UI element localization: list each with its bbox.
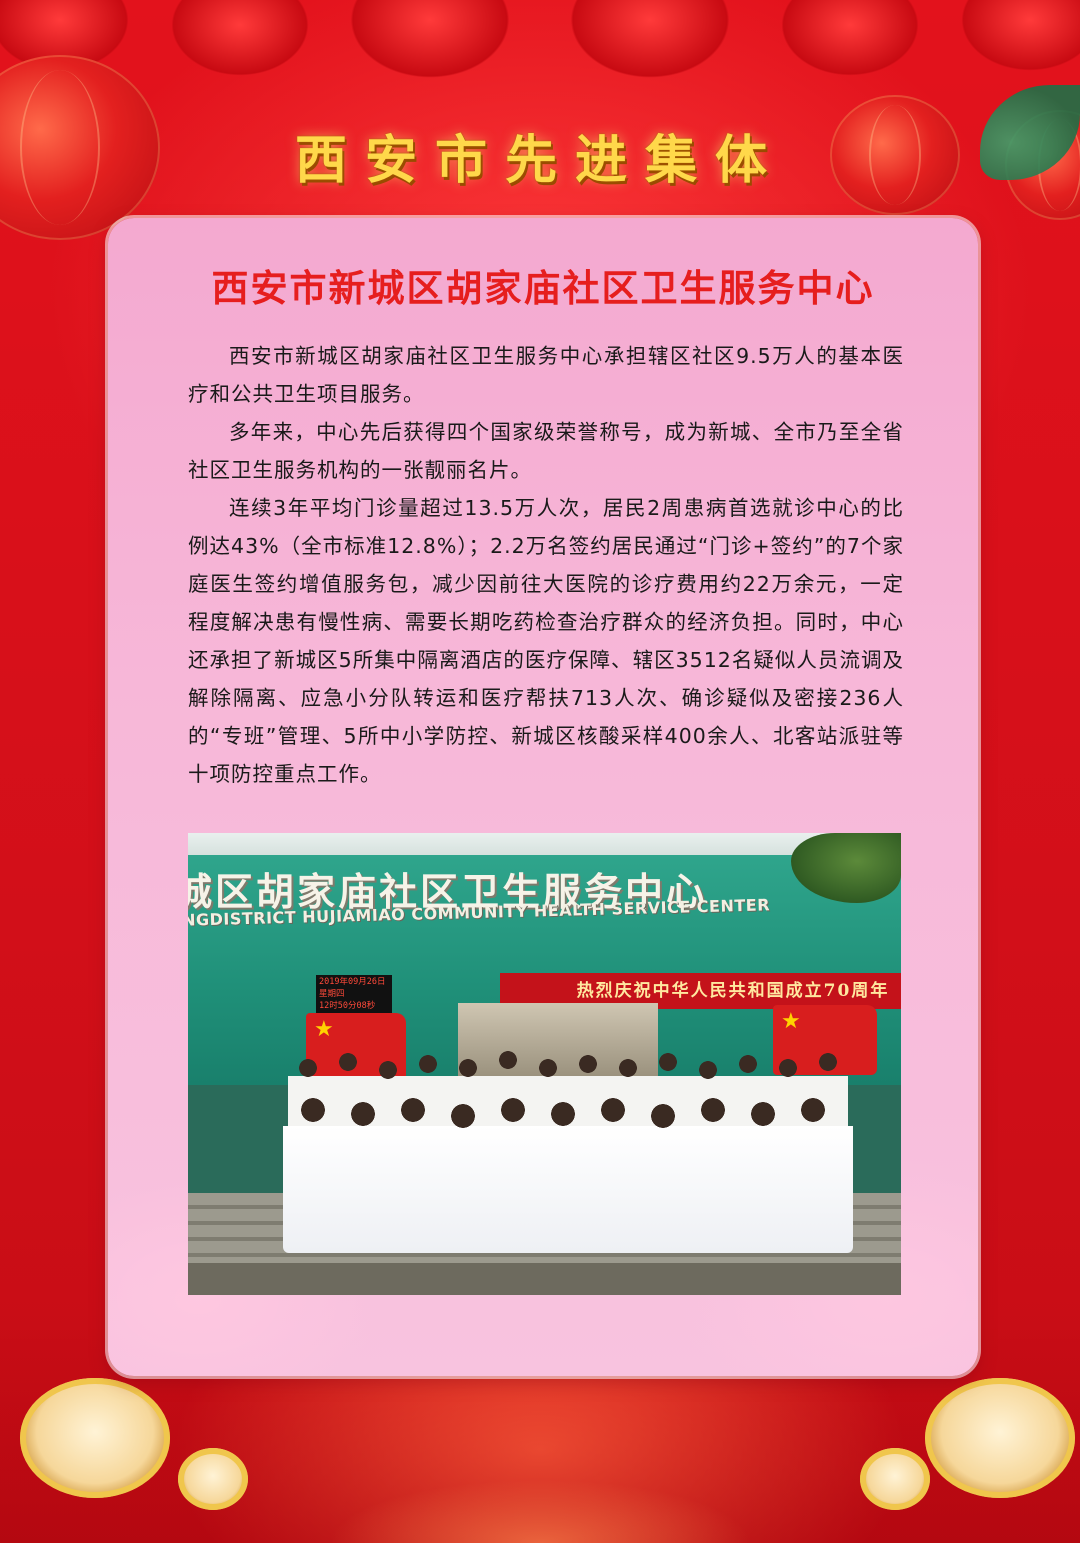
org-title: 西安市新城区胡家庙社区卫生服务中心 [211,267,875,310]
poster-heading: 西安市先进集体 [294,130,785,191]
paragraph-3: 连续3年平均门诊量超过13.5万人次，居民2周患病首选就诊中心的比例达43%（全… [188,496,904,786]
drum-left-small [178,1448,248,1510]
staff-front-row [283,1088,853,1253]
ground [188,1263,901,1295]
paragraph-2: 多年来，中心先后获得四个国家级荣誉称号，成为新城、全市乃至全省社区卫生服务机构的… [188,420,904,482]
clock-weekday: 星期四 [319,989,345,999]
body-text: 西安市新城区胡家庙社区卫生服务中心承担辖区社区9.5万人的基本医疗和公共卫生项目… [188,337,904,793]
drum-right-small [860,1448,930,1510]
led-clock-display: 2019年09月26日 星期四 12时50分08秒 [316,975,392,1013]
drum-left [20,1378,170,1498]
paragraph-1: 西安市新城区胡家庙社区卫生服务中心承担辖区社区9.5万人的基本医疗和公共卫生项目… [188,344,904,406]
staff-group-photo: 城区胡家庙社区卫生服务中心 NGDISTRICT HUJIAMIAO COMMU… [188,833,901,1295]
drum-right [925,1378,1075,1498]
clock-time: 12时50分08秒 [319,1001,376,1011]
clock-date: 2019年09月26日 [319,977,386,987]
